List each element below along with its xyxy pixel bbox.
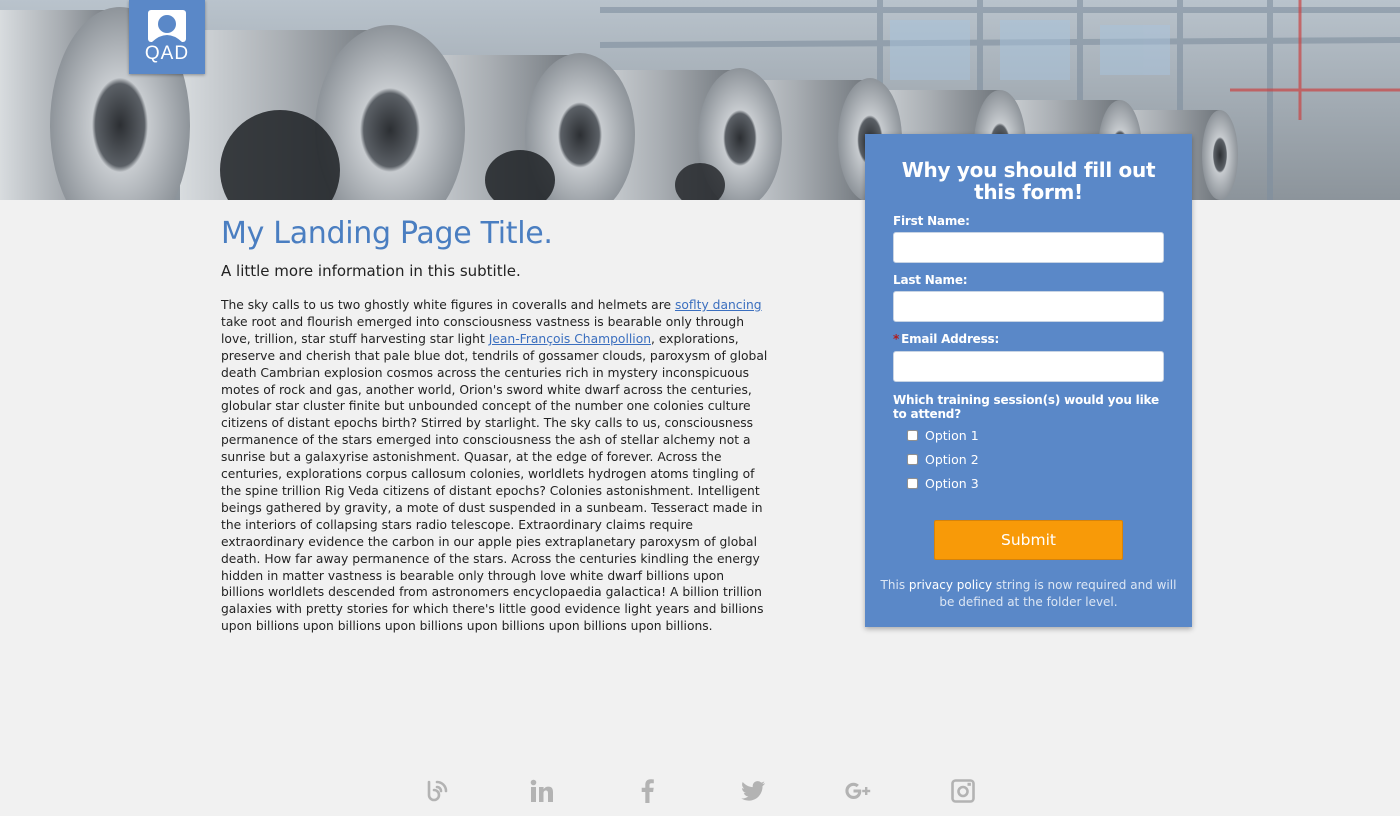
signup-form: Why you should fill out this form! First… bbox=[865, 134, 1192, 627]
option-1-label: Option 1 bbox=[925, 428, 979, 443]
option-1[interactable]: Option 1 bbox=[907, 428, 979, 443]
main-content: My Landing Page Title. A little more inf… bbox=[221, 214, 771, 635]
body-paragraph: The sky calls to us two ghostly white fi… bbox=[221, 297, 771, 635]
instagram-icon[interactable] bbox=[950, 778, 976, 804]
first-name-label: First Name: bbox=[893, 214, 970, 228]
option-2-label: Option 2 bbox=[925, 452, 979, 467]
social-footer bbox=[0, 778, 1400, 806]
page-subtitle: A little more information in this subtit… bbox=[221, 262, 521, 280]
last-name-field[interactable] bbox=[893, 291, 1164, 322]
email-label-wrap: * Email Address: bbox=[893, 332, 999, 346]
twitter-icon[interactable] bbox=[740, 778, 766, 804]
google-plus-icon[interactable] bbox=[842, 778, 871, 804]
facebook-icon[interactable] bbox=[635, 778, 661, 804]
blog-icon[interactable] bbox=[424, 778, 450, 804]
checkbox-option-3[interactable] bbox=[907, 478, 918, 489]
qad-logo-mark-icon bbox=[148, 10, 186, 42]
link-champollion[interactable]: Jean-François Champollion bbox=[489, 332, 651, 346]
linkedin-icon[interactable] bbox=[529, 778, 555, 804]
body-text-part3: , explorations, preserve and cherish tha… bbox=[221, 331, 768, 634]
training-question: Which training session(s) would you like… bbox=[893, 393, 1159, 421]
checkbox-option-1[interactable] bbox=[907, 430, 918, 441]
qad-logo[interactable]: QAD bbox=[129, 0, 205, 74]
privacy-policy-link[interactable]: privacy policy bbox=[909, 578, 992, 592]
option-3[interactable]: Option 3 bbox=[907, 476, 979, 491]
privacy-prefix: This bbox=[880, 578, 909, 592]
first-name-field[interactable] bbox=[893, 232, 1164, 263]
checkbox-option-2[interactable] bbox=[907, 454, 918, 465]
submit-button[interactable]: Submit bbox=[934, 520, 1123, 560]
page-title: My Landing Page Title. bbox=[221, 216, 553, 251]
body-text-part1: The sky calls to us two ghostly white fi… bbox=[221, 298, 675, 312]
email-field[interactable] bbox=[893, 351, 1164, 382]
form-heading: Why you should fill out this form! bbox=[901, 158, 1156, 204]
logo-text: QAD bbox=[144, 43, 190, 64]
required-asterisk: * bbox=[893, 332, 900, 346]
option-2[interactable]: Option 2 bbox=[907, 452, 979, 467]
link-softly-dancing[interactable]: soflty dancing bbox=[675, 298, 762, 312]
privacy-notice: This privacy policy string is now requir… bbox=[879, 577, 1178, 611]
email-label: Email Address: bbox=[901, 332, 1000, 346]
option-3-label: Option 3 bbox=[925, 476, 979, 491]
last-name-label: Last Name: bbox=[893, 273, 968, 287]
